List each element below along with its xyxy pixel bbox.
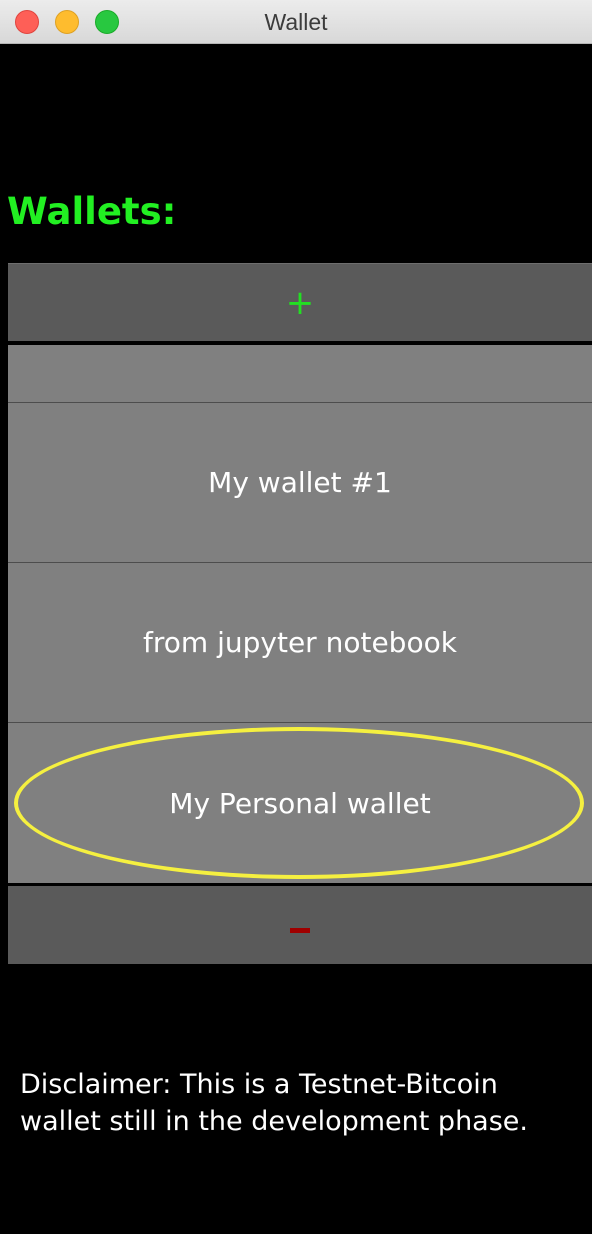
plus-icon: + — [285, 282, 315, 323]
add-wallet-button[interactable]: + — [8, 263, 592, 341]
wallets-heading: Wallets: — [7, 190, 177, 233]
wallet-item-from-jupyter-notebook[interactable]: from jupyter notebook — [8, 563, 592, 723]
window-title: Wallet — [264, 9, 328, 35]
remove-wallet-button[interactable] — [8, 886, 592, 964]
disclaimer-text: Disclaimer: This is a Testnet-Bitcoin wa… — [20, 1069, 528, 1137]
minus-icon — [290, 927, 310, 933]
title-bar[interactable]: Wallet — [0, 0, 592, 44]
wallet-list-header — [8, 345, 592, 403]
wallet-item-my-wallet-1[interactable]: My wallet #1 — [8, 403, 592, 563]
wallet-list: My wallet #1 from jupyter notebook My Pe… — [8, 345, 592, 883]
wallet-item-my-personal-wallet[interactable]: My Personal wallet — [8, 723, 592, 883]
app-window: Wallet Wallets: + My wallet #1 from jupy… — [0, 0, 592, 1234]
